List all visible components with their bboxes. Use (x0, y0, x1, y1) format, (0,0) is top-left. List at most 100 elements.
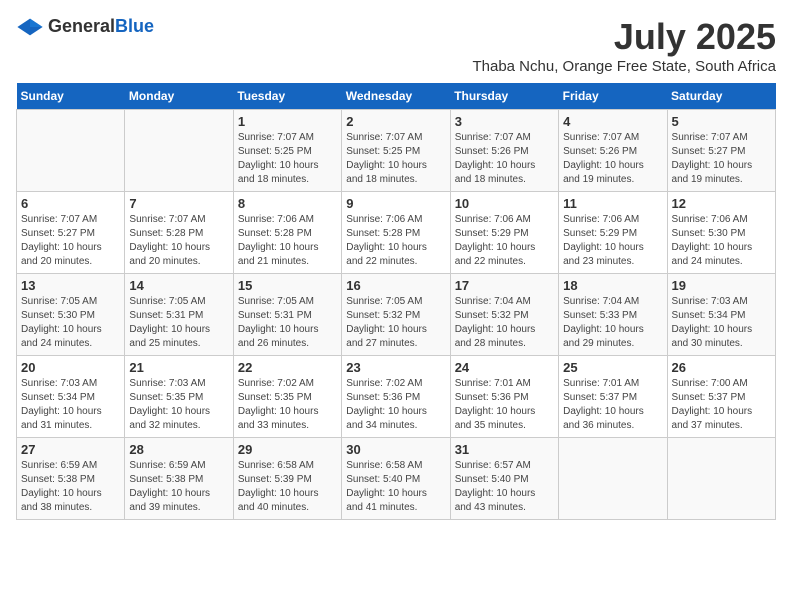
day-number: 10 (455, 196, 554, 211)
calendar-cell: 28 Sunrise: 6:59 AM Sunset: 5:38 PM Dayli… (125, 438, 233, 520)
day-detail: Sunrise: 7:01 AM Sunset: 5:36 PM Dayligh… (455, 377, 554, 433)
calendar-cell: 24 Sunrise: 7:01 AM Sunset: 5:36 PM Dayli… (450, 356, 558, 438)
day-detail: Sunrise: 7:06 AM Sunset: 5:28 PM Dayligh… (346, 213, 445, 269)
logo-general: General (48, 16, 115, 36)
day-of-week-header: Wednesday (342, 83, 450, 110)
day-detail: Sunrise: 7:05 AM Sunset: 5:32 PM Dayligh… (346, 295, 445, 351)
day-number: 3 (455, 114, 554, 129)
calendar-week-row: 1 Sunrise: 7:07 AM Sunset: 5:25 PM Daylig… (17, 110, 776, 192)
calendar-cell: 31 Sunrise: 6:57 AM Sunset: 5:40 PM Dayli… (450, 438, 558, 520)
day-detail: Sunrise: 6:59 AM Sunset: 5:38 PM Dayligh… (129, 459, 228, 515)
calendar-cell: 17 Sunrise: 7:04 AM Sunset: 5:32 PM Dayli… (450, 274, 558, 356)
day-detail: Sunrise: 7:04 AM Sunset: 5:33 PM Dayligh… (563, 295, 662, 351)
calendar-cell: 12Sunrise: 7:06 AM Sunset: 5:30 PM Dayli… (667, 192, 775, 274)
day-number: 25 (563, 360, 662, 375)
main-title: July 2025 (472, 16, 776, 58)
day-number: 26 (672, 360, 771, 375)
calendar-table: SundayMondayTuesdayWednesdayThursdayFrid… (16, 83, 776, 520)
day-detail: Sunrise: 7:04 AM Sunset: 5:32 PM Dayligh… (455, 295, 554, 351)
calendar-cell: 9 Sunrise: 7:06 AM Sunset: 5:28 PM Daylig… (342, 192, 450, 274)
calendar-header: SundayMondayTuesdayWednesdayThursdayFrid… (17, 83, 776, 110)
calendar-cell: 10 Sunrise: 7:06 AM Sunset: 5:29 PM Dayli… (450, 192, 558, 274)
logo-text: GeneralBlue (48, 16, 154, 37)
calendar-cell: 18 Sunrise: 7:04 AM Sunset: 5:33 PM Dayli… (559, 274, 667, 356)
day-number: 28 (129, 442, 228, 457)
day-detail: Sunrise: 7:03 AM Sunset: 5:35 PM Dayligh… (129, 377, 228, 433)
day-number: 2 (346, 114, 445, 129)
day-number: 15 (238, 278, 337, 293)
day-number: 24 (455, 360, 554, 375)
day-number: 18 (563, 278, 662, 293)
day-detail: Sunrise: 7:06 AM Sunset: 5:29 PM Dayligh… (563, 213, 662, 269)
day-detail: Sunrise: 7:07 AM Sunset: 5:26 PM Dayligh… (455, 131, 554, 187)
day-number: 30 (346, 442, 445, 457)
day-of-week-header: Sunday (17, 83, 125, 110)
calendar-week-row: 6 Sunrise: 7:07 AM Sunset: 5:27 PM Daylig… (17, 192, 776, 274)
day-detail: Sunrise: 6:58 AM Sunset: 5:39 PM Dayligh… (238, 459, 337, 515)
day-detail: Sunrise: 7:06 AM Sunset: 5:28 PM Dayligh… (238, 213, 337, 269)
logo-icon (16, 17, 44, 37)
calendar-week-row: 20Sunrise: 7:03 AM Sunset: 5:34 PM Dayli… (17, 356, 776, 438)
days-of-week-row: SundayMondayTuesdayWednesdayThursdayFrid… (17, 83, 776, 110)
calendar-cell: 30Sunrise: 6:58 AM Sunset: 5:40 PM Dayli… (342, 438, 450, 520)
day-number: 19 (672, 278, 771, 293)
day-of-week-header: Tuesday (233, 83, 341, 110)
calendar-cell: 19 Sunrise: 7:03 AM Sunset: 5:34 PM Dayli… (667, 274, 775, 356)
calendar-cell: 5Sunrise: 7:07 AM Sunset: 5:27 PM Daylig… (667, 110, 775, 192)
day-detail: Sunrise: 7:03 AM Sunset: 5:34 PM Dayligh… (672, 295, 771, 351)
day-of-week-header: Monday (125, 83, 233, 110)
day-number: 8 (238, 196, 337, 211)
calendar-cell: 4Sunrise: 7:07 AM Sunset: 5:26 PM Daylig… (559, 110, 667, 192)
day-detail: Sunrise: 7:07 AM Sunset: 5:25 PM Dayligh… (238, 131, 337, 187)
day-number: 17 (455, 278, 554, 293)
day-of-week-header: Thursday (450, 83, 558, 110)
day-number: 22 (238, 360, 337, 375)
day-detail: Sunrise: 6:57 AM Sunset: 5:40 PM Dayligh… (455, 459, 554, 515)
calendar-cell (125, 110, 233, 192)
calendar-cell: 2 Sunrise: 7:07 AM Sunset: 5:25 PM Daylig… (342, 110, 450, 192)
day-detail: Sunrise: 7:01 AM Sunset: 5:37 PM Dayligh… (563, 377, 662, 433)
subtitle: Thaba Nchu, Orange Free State, South Afr… (472, 58, 776, 75)
day-number: 21 (129, 360, 228, 375)
calendar-cell: 13Sunrise: 7:05 AM Sunset: 5:30 PM Dayli… (17, 274, 125, 356)
logo: GeneralBlue (16, 16, 154, 37)
day-number: 14 (129, 278, 228, 293)
day-detail: Sunrise: 7:00 AM Sunset: 5:37 PM Dayligh… (672, 377, 771, 433)
day-detail: Sunrise: 7:02 AM Sunset: 5:35 PM Dayligh… (238, 377, 337, 433)
calendar-body: 1 Sunrise: 7:07 AM Sunset: 5:25 PM Daylig… (17, 110, 776, 520)
calendar-cell (17, 110, 125, 192)
day-detail: Sunrise: 6:59 AM Sunset: 5:38 PM Dayligh… (21, 459, 120, 515)
day-number: 11 (563, 196, 662, 211)
header: GeneralBlue July 2025 Thaba Nchu, Orange… (16, 16, 776, 75)
calendar-cell: 22 Sunrise: 7:02 AM Sunset: 5:35 PM Dayli… (233, 356, 341, 438)
calendar-cell: 15 Sunrise: 7:05 AM Sunset: 5:31 PM Dayli… (233, 274, 341, 356)
day-detail: Sunrise: 7:03 AM Sunset: 5:34 PM Dayligh… (21, 377, 120, 433)
calendar-cell: 25 Sunrise: 7:01 AM Sunset: 5:37 PM Dayli… (559, 356, 667, 438)
calendar-cell: 16Sunrise: 7:05 AM Sunset: 5:32 PM Dayli… (342, 274, 450, 356)
calendar-cell: 8 Sunrise: 7:06 AM Sunset: 5:28 PM Daylig… (233, 192, 341, 274)
day-detail: Sunrise: 7:06 AM Sunset: 5:29 PM Dayligh… (455, 213, 554, 269)
calendar-cell: 20Sunrise: 7:03 AM Sunset: 5:34 PM Dayli… (17, 356, 125, 438)
day-number: 1 (238, 114, 337, 129)
calendar-cell (667, 438, 775, 520)
day-number: 27 (21, 442, 120, 457)
logo-blue: Blue (115, 16, 154, 36)
day-detail: Sunrise: 7:07 AM Sunset: 5:28 PM Dayligh… (129, 213, 228, 269)
calendar-week-row: 13Sunrise: 7:05 AM Sunset: 5:30 PM Dayli… (17, 274, 776, 356)
day-detail: Sunrise: 7:07 AM Sunset: 5:27 PM Dayligh… (21, 213, 120, 269)
day-detail: Sunrise: 7:05 AM Sunset: 5:31 PM Dayligh… (238, 295, 337, 351)
day-number: 12 (672, 196, 771, 211)
calendar-cell: 6 Sunrise: 7:07 AM Sunset: 5:27 PM Daylig… (17, 192, 125, 274)
day-detail: Sunrise: 7:07 AM Sunset: 5:25 PM Dayligh… (346, 131, 445, 187)
day-number: 6 (21, 196, 120, 211)
day-number: 31 (455, 442, 554, 457)
day-number: 9 (346, 196, 445, 211)
calendar-cell: 11 Sunrise: 7:06 AM Sunset: 5:29 PM Dayli… (559, 192, 667, 274)
day-detail: Sunrise: 7:02 AM Sunset: 5:36 PM Dayligh… (346, 377, 445, 433)
calendar-cell: 1 Sunrise: 7:07 AM Sunset: 5:25 PM Daylig… (233, 110, 341, 192)
calendar-cell: 3 Sunrise: 7:07 AM Sunset: 5:26 PM Daylig… (450, 110, 558, 192)
day-of-week-header: Friday (559, 83, 667, 110)
day-detail: Sunrise: 7:05 AM Sunset: 5:30 PM Dayligh… (21, 295, 120, 351)
day-of-week-header: Saturday (667, 83, 775, 110)
day-number: 23 (346, 360, 445, 375)
